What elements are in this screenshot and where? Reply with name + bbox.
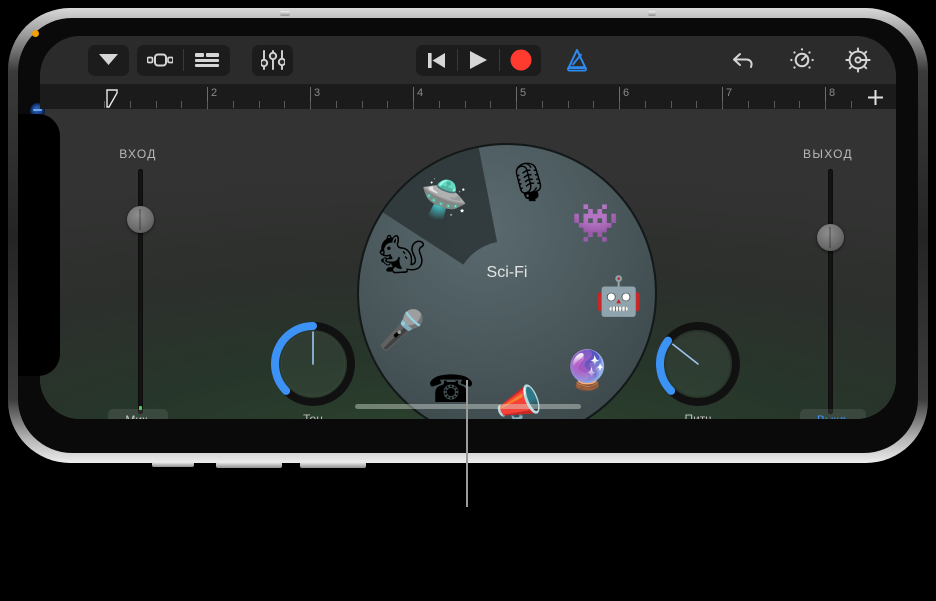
ruler-beat-mark bbox=[439, 101, 440, 108]
device-silent-switch[interactable] bbox=[152, 462, 194, 467]
ruler-beat-mark bbox=[387, 101, 388, 108]
wheel-item-megaphone[interactable]: 📣 bbox=[492, 377, 546, 419]
transport-group bbox=[416, 44, 541, 76]
track-list-icon[interactable] bbox=[184, 45, 230, 76]
iphone-bezel: 2345678 ВХОД ВЫХОД Тон Питч Sci-Fi 🛸 🎙 👾… bbox=[18, 18, 918, 453]
ruler-beat-mark bbox=[516, 101, 517, 108]
ruler-beat-mark bbox=[130, 101, 131, 108]
iphone-device: 2345678 ВХОД ВЫХОД Тон Питч Sci-Fi 🛸 🎙 👾… bbox=[8, 8, 928, 463]
ruler-beat-mark bbox=[207, 101, 208, 108]
device-power-button[interactable] bbox=[648, 11, 656, 16]
ruler-bar-number: 7 bbox=[726, 87, 733, 99]
ruler-beat-mark bbox=[568, 101, 569, 108]
timeline-ruler[interactable]: 2 3 4 5 6 7 8 bbox=[40, 84, 896, 109]
ruler-beat-mark bbox=[851, 101, 852, 108]
knob-settings-icon[interactable] bbox=[780, 45, 824, 76]
ruler-ticks: 2 3 4 5 6 7 8 bbox=[104, 84, 854, 109]
device-top-button[interactable] bbox=[280, 11, 290, 16]
ruler-beat-mark bbox=[671, 101, 672, 108]
gear-icon[interactable] bbox=[836, 45, 880, 76]
ruler-beat-mark bbox=[310, 101, 311, 108]
output-fader-track[interactable] bbox=[828, 169, 833, 414]
output-section-title: ВЫХОД bbox=[803, 147, 853, 161]
undo-button[interactable] bbox=[722, 45, 766, 76]
wheel-item-monster[interactable]: 👾 bbox=[568, 197, 622, 251]
view-group bbox=[137, 44, 230, 76]
output-monitor-button[interactable]: Выкл. bbox=[800, 409, 866, 419]
ruler-beat-mark bbox=[619, 101, 620, 108]
wheel-item-ufo[interactable]: 🛸 bbox=[417, 173, 471, 227]
ruler-beat-mark bbox=[825, 101, 826, 108]
navigation-chevron-down-button[interactable] bbox=[88, 45, 129, 76]
loop-browser-icon[interactable] bbox=[137, 45, 183, 76]
ruler-beat-mark bbox=[181, 101, 182, 108]
play-button[interactable] bbox=[458, 45, 499, 76]
device-volume-down-button[interactable] bbox=[300, 462, 366, 468]
ruler-bar-number: 8 bbox=[829, 87, 836, 99]
vocal-effects-wheel[interactable]: Sci-Fi 🛸 🎙 👾 🤖 🔮 📣 ☎ 🎤 🐿 bbox=[356, 142, 658, 419]
ruler-beat-mark bbox=[722, 101, 723, 108]
ruler-beat-mark bbox=[156, 101, 157, 108]
tone-knob-label: Тон bbox=[303, 412, 323, 419]
input-channel-button[interactable]: Мик. bbox=[108, 409, 168, 419]
add-track-button[interactable] bbox=[862, 87, 888, 107]
input-fader-knob[interactable] bbox=[127, 206, 154, 233]
playhead-marker[interactable] bbox=[106, 89, 118, 108]
ruler-beat-mark bbox=[490, 101, 491, 108]
callout-line bbox=[466, 380, 468, 507]
input-section-title: ВХОД bbox=[119, 147, 157, 161]
ruler-beat-mark bbox=[799, 101, 800, 108]
record-button[interactable] bbox=[500, 45, 541, 76]
device-volume-up-button[interactable] bbox=[216, 462, 282, 468]
pitch-knob[interactable] bbox=[655, 321, 741, 407]
ruler-bar-number: 3 bbox=[314, 87, 321, 99]
ruler-bar-number: 2 bbox=[211, 87, 218, 99]
ruler-bar-number: 6 bbox=[623, 87, 630, 99]
nav-group bbox=[88, 44, 129, 76]
mixer-sliders-icon[interactable] bbox=[252, 45, 293, 76]
ruler-beat-mark bbox=[362, 101, 363, 108]
output-fader-knob[interactable] bbox=[817, 224, 844, 251]
iphone-screen: 2345678 ВХОД ВЫХОД Тон Питч Sci-Fi 🛸 🎙 👾… bbox=[40, 36, 896, 419]
ruler-beat-mark bbox=[413, 101, 414, 108]
ruler-beat-mark bbox=[748, 101, 749, 108]
home-indicator bbox=[355, 404, 581, 409]
ruler-beat-mark bbox=[233, 101, 234, 108]
ruler-beat-mark bbox=[696, 101, 697, 108]
metronome-icon[interactable] bbox=[555, 45, 599, 76]
wheel-item-handmic[interactable]: 🎤 bbox=[375, 304, 429, 358]
ruler-beat-mark bbox=[336, 101, 337, 108]
ruler-beat-mark bbox=[645, 101, 646, 108]
wheel-item-bubbles[interactable]: 🔮 bbox=[561, 344, 615, 398]
app-toolbar bbox=[40, 36, 896, 84]
tone-knob[interactable] bbox=[270, 321, 356, 407]
ruler-beat-mark bbox=[465, 101, 466, 108]
ruler-beat-mark bbox=[593, 101, 594, 108]
screenshot-root: 2345678 ВХОД ВЫХОД Тон Питч Sci-Fi 🛸 🎙 👾… bbox=[0, 0, 936, 601]
wheel-item-microphone[interactable]: 🎙 bbox=[501, 156, 555, 210]
ruler-beat-mark bbox=[259, 101, 260, 108]
mixer-group bbox=[252, 44, 293, 76]
ruler-bar-number: 5 bbox=[520, 87, 527, 99]
recording-indicator-dot bbox=[32, 30, 39, 37]
ruler-bar-number: 4 bbox=[417, 87, 424, 99]
ruler-beat-mark bbox=[774, 101, 775, 108]
wheel-item-squirrel[interactable]: 🐿 bbox=[375, 228, 429, 282]
ruler-beat-mark bbox=[284, 101, 285, 108]
device-notch bbox=[18, 114, 60, 376]
ruler-beat-mark bbox=[104, 101, 105, 108]
wheel-item-robot[interactable]: 🤖 bbox=[592, 270, 646, 324]
rewind-to-start-button[interactable] bbox=[416, 45, 457, 76]
audio-recorder-panel: ВХОД Мик. Канал ВЫХОД Выкл. Монитор bbox=[40, 109, 896, 419]
ruler-beat-mark bbox=[542, 101, 543, 108]
